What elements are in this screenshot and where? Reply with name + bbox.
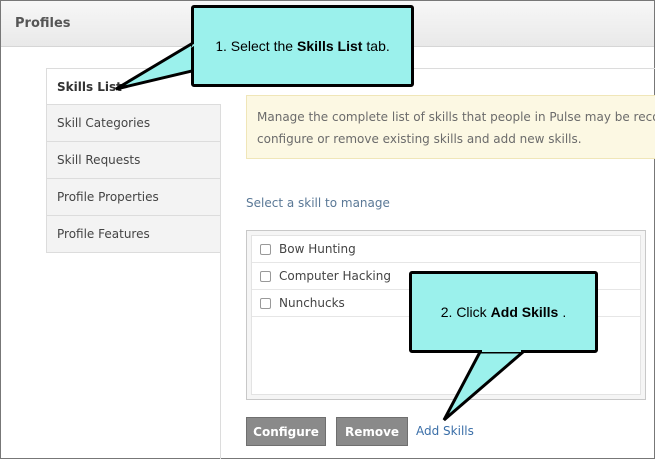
callout-seams xyxy=(191,41,521,352)
callout-1-seam xyxy=(191,41,230,60)
callout-2-seam xyxy=(482,349,521,352)
